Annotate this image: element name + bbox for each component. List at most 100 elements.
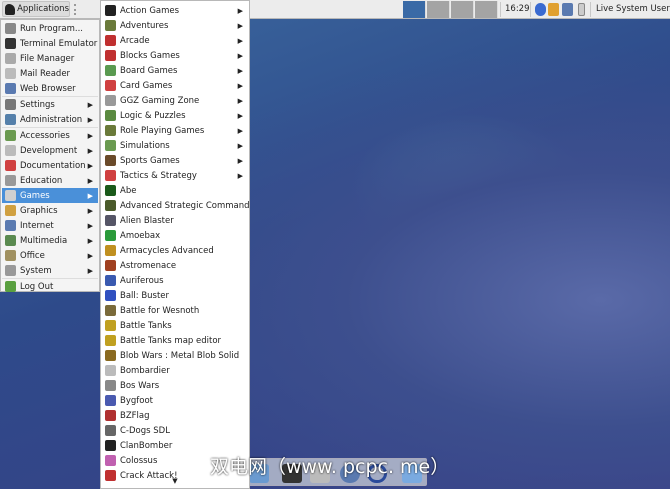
menu-item-battle-tanks-map-editor[interactable]: Battle Tanks map editor	[102, 333, 248, 348]
menu-item-blocks-games[interactable]: Blocks Games ▶	[102, 48, 248, 63]
menu-item-multimedia[interactable]: Multimedia ▶	[2, 233, 98, 248]
menu-item-action-games[interactable]: Action Games ▶	[102, 3, 248, 18]
menu-item-label: Run Program...	[20, 23, 83, 34]
menu-item-card-games[interactable]: Card Games ▶	[102, 78, 248, 93]
bzflag-icon	[105, 410, 116, 421]
workspace-1[interactable]	[403, 1, 426, 18]
menu-item-documentation[interactable]: Documentation ▶	[2, 158, 98, 173]
submenu-arrow-icon: ▶	[237, 51, 243, 60]
multimedia-icon	[5, 235, 16, 246]
games-submenu: ▼ Action Games ▶ Adventures ▶ Arcade ▶ Blocks …	[100, 0, 250, 489]
menu-item-file-manager[interactable]: File Manager	[2, 51, 98, 66]
wesnoth-icon	[105, 305, 116, 316]
alien-blaster-icon	[105, 215, 116, 226]
internet-icon	[5, 220, 16, 231]
bos-wars-icon	[105, 380, 116, 391]
submenu-arrow-icon: ▶	[87, 131, 93, 140]
menu-item-sports-games[interactable]: Sports Games ▶	[102, 153, 248, 168]
office-icon	[5, 250, 16, 261]
package-updater-icon[interactable]	[548, 3, 559, 16]
menu-item-ggz-gaming-zone[interactable]: GGZ Gaming Zone ▶	[102, 93, 248, 108]
armacycles-icon	[105, 245, 116, 256]
menu-item-label: Alien Blaster	[120, 215, 174, 226]
clock[interactable]: 16:29	[505, 4, 530, 14]
menu-item-logic-puzzles[interactable]: Logic & Puzzles ▶	[102, 108, 248, 123]
menu-item-label: Bygfoot	[120, 395, 153, 406]
menu-item-internet[interactable]: Internet ▶	[2, 218, 98, 233]
menu-item-run-program[interactable]: Run Program...	[2, 21, 98, 36]
menu-item-clanbomber[interactable]: ClanBomber	[102, 438, 248, 453]
menu-item-system[interactable]: System ▶	[2, 263, 98, 278]
joystick-icon	[105, 35, 116, 46]
menu-item-battle-for-wesnoth[interactable]: Battle for Wesnoth	[102, 303, 248, 318]
menu-item-astromenace[interactable]: Astromenace	[102, 258, 248, 273]
menu-item-advanced-strategic-command[interactable]: Advanced Strategic Command	[102, 198, 250, 213]
menu-item-auriferous[interactable]: Auriferous	[102, 273, 248, 288]
menu-item-label: Terminal Emulator	[20, 38, 98, 49]
menu-item-bygfoot[interactable]: Bygfoot	[102, 393, 248, 408]
menu-item-mail-reader[interactable]: Mail Reader	[2, 66, 98, 81]
menu-item-c-dogs-sdl[interactable]: C-Dogs SDL	[102, 423, 248, 438]
separator	[590, 2, 591, 17]
menu-item-label: Blocks Games	[120, 50, 180, 61]
menu-item-administration[interactable]: Administration ▶	[2, 112, 98, 127]
network-icon[interactable]	[562, 3, 573, 16]
menu-item-board-games[interactable]: Board Games ▶	[102, 63, 248, 78]
menu-item-role-playing-games[interactable]: Role Playing Games ▶	[102, 123, 248, 138]
menu-item-log-out[interactable]: Log Out	[2, 279, 98, 294]
menu-item-label: System	[20, 265, 52, 276]
strategy-icon	[105, 170, 116, 181]
submenu-arrow-icon: ▶	[87, 100, 93, 109]
menu-item-tactics-strategy[interactable]: Tactics & Strategy ▶	[102, 168, 248, 183]
menu-item-label: Games	[20, 190, 50, 201]
menu-item-adventures[interactable]: Adventures ▶	[102, 18, 248, 33]
menu-item-battle-tanks[interactable]: Battle Tanks	[102, 318, 248, 333]
menu-item-ball-buster[interactable]: Ball: Buster	[102, 288, 248, 303]
menu-item-label: Log Out	[20, 281, 54, 292]
workspace-4[interactable]	[475, 1, 498, 18]
menu-item-label: Board Games	[120, 65, 178, 76]
bluetooth-icon[interactable]	[535, 3, 546, 16]
menu-item-alien-blaster[interactable]: Alien Blaster	[102, 213, 248, 228]
menu-item-amoebax[interactable]: Amoebax	[102, 228, 248, 243]
ball-buster-icon	[105, 290, 116, 301]
menu-item-bombardier[interactable]: Bombardier	[102, 363, 248, 378]
menu-item-arcade[interactable]: Arcade ▶	[102, 33, 248, 48]
menu-item-settings[interactable]: Settings ▶	[2, 97, 98, 112]
applications-label: Applications	[17, 4, 69, 14]
menu-item-education[interactable]: Education ▶	[2, 173, 98, 188]
menu-item-simulations[interactable]: Simulations ▶	[102, 138, 248, 153]
menu-item-web-browser[interactable]: Web Browser	[2, 81, 98, 96]
blocks-icon	[105, 50, 116, 61]
menu-item-label: Armacycles Advanced	[120, 245, 214, 256]
menu-item-graphics[interactable]: Graphics ▶	[2, 203, 98, 218]
menu-item-development[interactable]: Development ▶	[2, 143, 98, 158]
menu-item-games[interactable]: Games ▶	[2, 188, 98, 203]
asc-icon	[105, 200, 116, 211]
web-browser-icon	[5, 83, 16, 94]
menu-item-office[interactable]: Office ▶	[2, 248, 98, 263]
menu-item-abe[interactable]: Abe	[102, 183, 248, 198]
simulations-icon	[105, 140, 116, 151]
menu-item-blob-wars-metal-blob-solid[interactable]: Blob Wars : Metal Blob Solid	[102, 348, 248, 363]
bombardier-icon	[105, 365, 116, 376]
battery-icon[interactable]	[578, 3, 585, 16]
menu-item-armacycles-advanced[interactable]: Armacycles Advanced	[102, 243, 248, 258]
menu-item-label: Logic & Puzzles	[120, 110, 186, 121]
menu-item-bos-wars[interactable]: Bos Wars	[102, 378, 248, 393]
submenu-arrow-icon: ▶	[87, 206, 93, 215]
mail-icon	[5, 68, 16, 79]
workspace-2[interactable]	[427, 1, 450, 18]
sports-icon	[105, 155, 116, 166]
user-menu[interactable]: Live System User	[596, 4, 670, 14]
watermark: 双电网（www. pcpc. me）	[210, 456, 450, 478]
panel-handle[interactable]	[74, 4, 76, 15]
applications-menu-button[interactable]: Applications	[2, 1, 70, 17]
menu-item-label: Adventures	[120, 20, 169, 31]
menu-item-label: Arcade	[120, 35, 150, 46]
workspace-3[interactable]	[451, 1, 474, 18]
menu-item-terminal-emulator[interactable]: Terminal Emulator	[2, 36, 98, 51]
menu-item-accessories[interactable]: Accessories ▶	[2, 128, 98, 143]
menu-item-bzflag[interactable]: BZFlag	[102, 408, 248, 423]
auriferous-icon	[105, 275, 116, 286]
